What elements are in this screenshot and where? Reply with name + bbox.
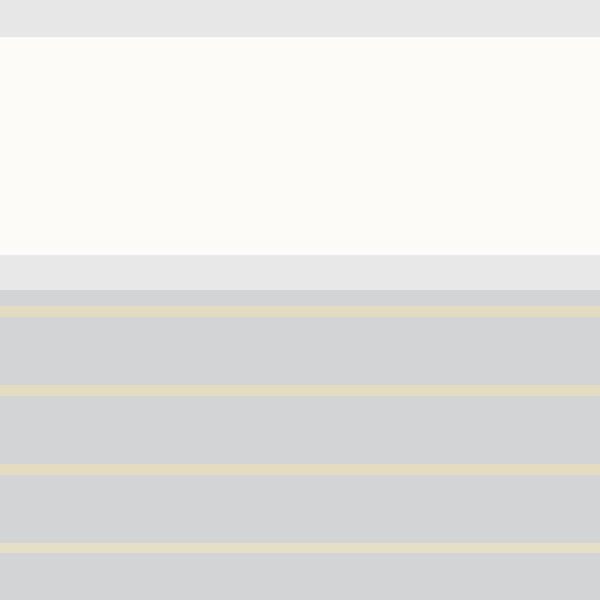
stripe: [0, 543, 600, 553]
blank-panel: [0, 37, 600, 255]
top-margin: [0, 0, 600, 37]
stripe: [0, 385, 600, 396]
stripe: [0, 464, 600, 475]
mid-gap: [0, 255, 600, 290]
striped-panel: [0, 290, 600, 600]
stripe: [0, 306, 600, 317]
